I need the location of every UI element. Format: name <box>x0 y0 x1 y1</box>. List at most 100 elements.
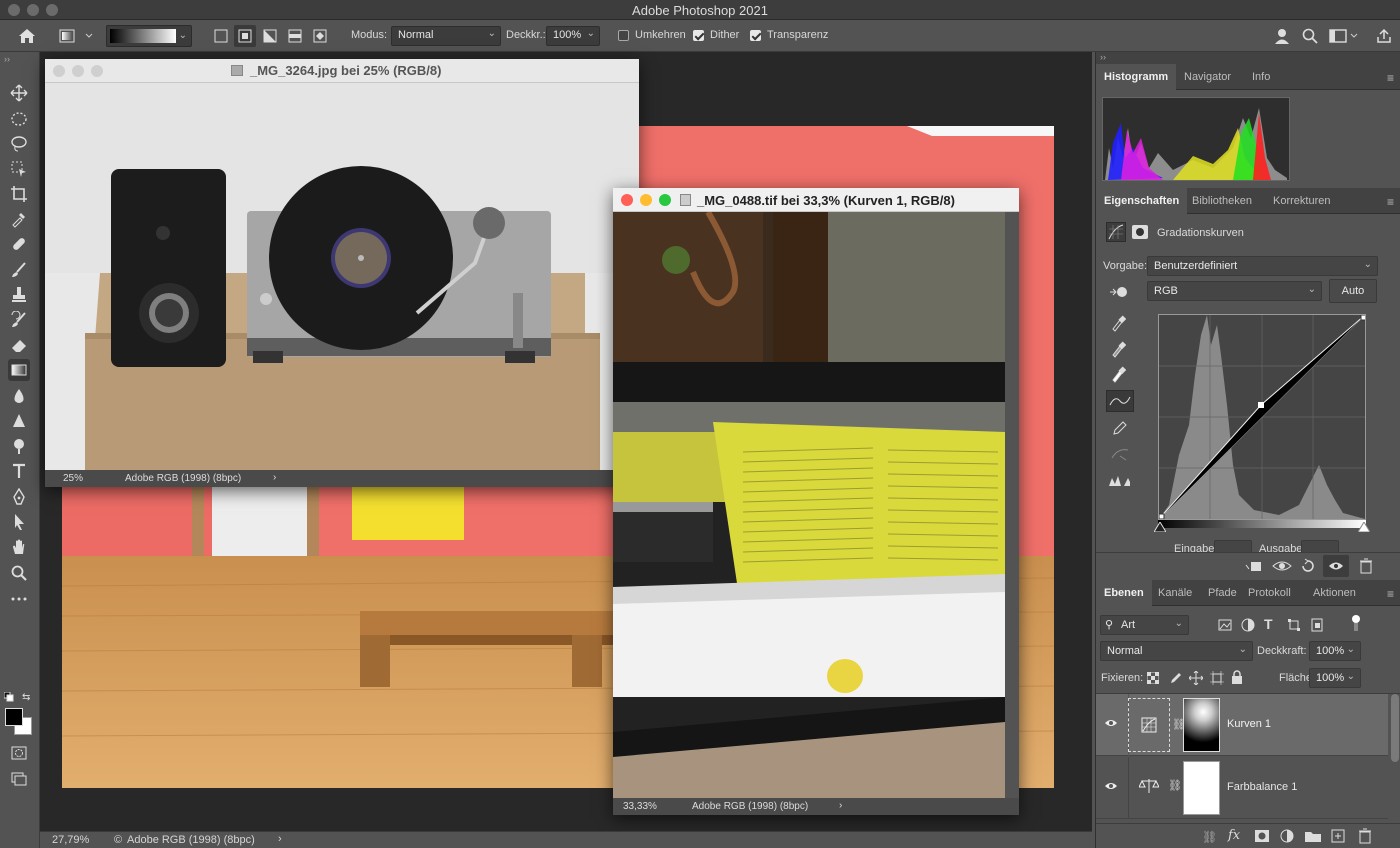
curves-adjustment-button[interactable] <box>1106 222 1126 242</box>
tab-aktionen[interactable]: Aktionen <box>1305 580 1364 606</box>
swap-colors-icon[interactable]: ⇆ <box>22 692 30 703</box>
smooth-curve-icon[interactable] <box>1110 446 1130 465</box>
gray-point-eyedropper-icon[interactable] <box>1110 340 1127 361</box>
layer-row-kurven[interactable]: ⛓ Kurven 1 <box>1096 694 1388 756</box>
layers-scrollbar[interactable] <box>1391 694 1399 762</box>
blur-tool-button[interactable] <box>8 385 30 407</box>
chain-link-icon[interactable]: ⛓ <box>1168 779 1182 792</box>
blend-mode-dropdown[interactable]: Normal ⌄ <box>1100 641 1253 661</box>
filter-type-icon[interactable]: T <box>1264 616 1273 632</box>
white-point-eyedropper-icon[interactable] <box>1110 365 1127 386</box>
chevron-right-icon[interactable]: › <box>839 800 842 811</box>
panel-menu-icon[interactable]: ≡ <box>1387 71 1394 85</box>
reset-icon[interactable] <box>1300 558 1316 577</box>
delete-layer-icon[interactable] <box>1358 828 1372 847</box>
zoom-tool-button[interactable] <box>8 562 30 584</box>
tab-pfade[interactable]: Pfade <box>1200 580 1245 606</box>
document-window-mg0488[interactable]: _MG_0488.tif bei 33,3% (Kurven 1, RGB/8) <box>613 188 1019 815</box>
filter-shape-icon[interactable] <box>1287 618 1301 635</box>
stamp-tool-button[interactable] <box>8 284 30 306</box>
layer-row-farbbalance[interactable]: ⛓ Farbbalance 1 <box>1096 757 1388 819</box>
tab-histogramm[interactable]: Histogramm <box>1096 64 1177 90</box>
mask-icon[interactable] <box>1132 225 1148 239</box>
gradient-tool-button[interactable] <box>8 359 30 381</box>
layer-mask-thumbnail[interactable] <box>1183 761 1220 815</box>
brush-tool-button[interactable] <box>8 259 30 281</box>
panel-menu-icon[interactable]: ≡ <box>1387 587 1394 601</box>
new-group-icon[interactable] <box>1305 830 1321 845</box>
lock-all-icon[interactable] <box>1231 670 1243 687</box>
new-layer-icon[interactable] <box>1331 829 1345 846</box>
layer-visibility-eye-icon[interactable] <box>1104 718 1118 731</box>
crop-tool-button[interactable] <box>8 183 30 205</box>
add-mask-icon[interactable] <box>1255 830 1269 845</box>
status-zoom[interactable]: 27,79% <box>52 834 89 846</box>
collapse-icon[interactable]: ›› <box>4 54 10 64</box>
tool-preset-picker[interactable] <box>56 25 96 47</box>
lock-pixels-icon[interactable] <box>1169 671 1183 688</box>
tab-korrekturen[interactable]: Korrekturen <box>1265 188 1338 214</box>
healing-tool-button[interactable] <box>8 233 30 255</box>
tab-bibliotheken[interactable]: Bibliotheken <box>1184 188 1260 214</box>
home-button[interactable] <box>14 25 40 47</box>
share-button[interactable] <box>1374 25 1394 47</box>
workspace-button[interactable] <box>1328 25 1360 47</box>
chevron-right-icon[interactable]: › <box>278 833 282 845</box>
umkehren-checkbox[interactable] <box>618 30 629 41</box>
default-colors-icon[interactable] <box>3 691 14 702</box>
hand-tool-button[interactable] <box>8 536 30 558</box>
dodge-tool-button[interactable] <box>8 435 30 457</box>
doc1-close-button[interactable] <box>53 65 65 77</box>
clipping-warning-icon[interactable] <box>1108 472 1132 491</box>
gradient-picker[interactable]: ⌄ <box>106 25 192 47</box>
radial-gradient-button[interactable] <box>234 25 256 47</box>
lock-transparent-icon[interactable] <box>1146 671 1160 687</box>
tab-kanaele[interactable]: Kanäle <box>1150 580 1200 606</box>
curve-control-point[interactable] <box>1258 402 1264 408</box>
tab-protokoll[interactable]: Protokoll <box>1240 580 1299 606</box>
object-select-tool-button[interactable] <box>8 158 30 180</box>
curves-graph[interactable] <box>1158 314 1367 520</box>
filter-pixel-icon[interactable] <box>1218 618 1232 635</box>
doc1-titlebar[interactable]: _MG_3264.jpg bei 25% (RGB/8) <box>45 59 639 83</box>
lock-position-icon[interactable] <box>1188 670 1204 688</box>
doc2-titlebar[interactable]: _MG_0488.tif bei 33,3% (Kurven 1, RGB/8) <box>613 188 1019 212</box>
black-point-eyedropper-icon[interactable] <box>1110 314 1127 335</box>
screen-mode-button[interactable] <box>8 768 30 790</box>
fx-icon[interactable]: fx <box>1228 828 1240 843</box>
reflected-gradient-button[interactable] <box>284 25 306 47</box>
lasso-tool-button[interactable] <box>8 133 30 155</box>
quick-mask-button[interactable] <box>8 742 30 764</box>
toggle-visibility-button[interactable] <box>1323 555 1349 577</box>
eraser-tool-button[interactable] <box>8 334 30 356</box>
search-button[interactable] <box>1299 25 1321 47</box>
move-tool-button[interactable] <box>8 82 30 104</box>
channel-dropdown[interactable]: RGB ⌄ <box>1147 281 1322 301</box>
deckkr-field[interactable]: 100% ⌄ <box>546 26 600 46</box>
deckkraft-field[interactable]: 100% ⌄ <box>1309 641 1361 661</box>
angle-gradient-button[interactable] <box>259 25 281 47</box>
doc1-canvas[interactable] <box>45 83 639 470</box>
pencil-icon[interactable] <box>1112 420 1128 439</box>
sharpen-tool-button[interactable] <box>8 410 30 432</box>
layer-visibility-eye-icon[interactable] <box>1104 781 1118 794</box>
diamond-gradient-button[interactable] <box>309 25 331 47</box>
flaeche-field[interactable]: 100% ⌄ <box>1309 668 1361 688</box>
layer-filter-dropdown[interactable]: ⚲ Art ⌄ <box>1100 615 1189 635</box>
doc1-minimize-button[interactable] <box>72 65 84 77</box>
doc2-canvas[interactable] <box>613 212 1005 798</box>
target-adjust-icon[interactable] <box>1108 284 1130 303</box>
filter-toggle[interactable] <box>1350 615 1360 633</box>
layer-mask-thumbnail[interactable] <box>1183 698 1220 752</box>
more-tool-button[interactable] <box>8 588 30 610</box>
doc2-minimize-button[interactable] <box>640 194 652 206</box>
panel-menu-icon[interactable]: ≡ <box>1387 195 1394 209</box>
eyedropper-tool-button[interactable] <box>8 208 30 230</box>
new-adjustment-icon[interactable] <box>1280 829 1294 846</box>
vorgabe-dropdown[interactable]: Benutzerdefiniert ⌄ <box>1147 256 1378 276</box>
type-tool-button[interactable] <box>8 460 30 482</box>
pen-tool-button[interactable] <box>8 486 30 508</box>
doc2-close-button[interactable] <box>621 194 633 206</box>
filter-adjustment-icon[interactable] <box>1241 618 1255 635</box>
chevron-right-icon[interactable]: › <box>273 472 276 483</box>
